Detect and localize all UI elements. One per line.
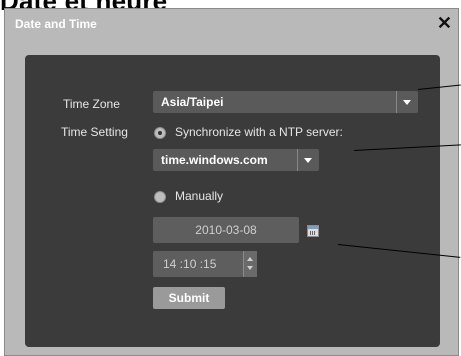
- chevron-down-icon: [396, 91, 418, 113]
- ntp-option-label: Synchronize with a NTP server:: [175, 125, 343, 139]
- time-zone-value: Asia/Taipei: [161, 95, 224, 109]
- date-field[interactable]: 2010-03-08: [153, 217, 299, 243]
- calendar-icon[interactable]: [307, 225, 319, 237]
- manual-radio[interactable]: [154, 191, 166, 203]
- time-setting-label: Time Setting: [61, 125, 128, 139]
- chevron-down-icon: [297, 149, 319, 171]
- time-spinner[interactable]: [243, 251, 257, 277]
- time-zone-label: Time Zone: [63, 97, 120, 111]
- time-zone-select[interactable]: Asia/Taipei: [153, 91, 418, 113]
- close-icon[interactable]: ✕: [437, 13, 452, 34]
- ntp-server-value: time.windows.com: [161, 153, 268, 167]
- spinner-up-icon[interactable]: [247, 257, 253, 261]
- submit-button[interactable]: Submit: [153, 287, 225, 309]
- date-time-dialog: Date and Time ✕ Time Zone Asia/Taipei Ti…: [4, 8, 459, 356]
- ntp-radio[interactable]: [154, 127, 166, 139]
- spinner-down-icon[interactable]: [247, 266, 253, 270]
- settings-panel: Time Zone Asia/Taipei Time Setting Synch…: [25, 55, 440, 347]
- ntp-server-select[interactable]: time.windows.com: [153, 149, 319, 171]
- dialog-title: Date and Time: [15, 17, 97, 31]
- time-field[interactable]: 14 :10 :15: [153, 251, 243, 277]
- dialog-titlebar: Date and Time ✕: [5, 9, 458, 39]
- manual-option-label: Manually: [175, 189, 224, 203]
